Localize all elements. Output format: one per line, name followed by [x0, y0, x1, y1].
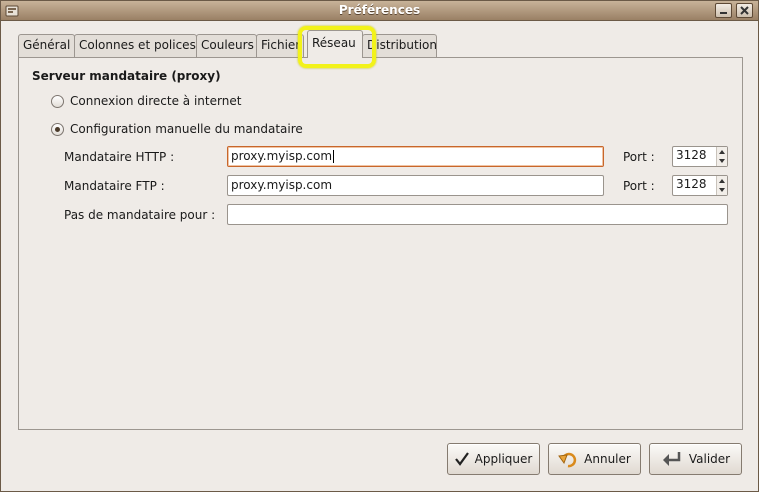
direct-connection-radio[interactable] — [51, 94, 64, 108]
window-title: Préférences — [338, 3, 421, 17]
enter-icon — [662, 452, 681, 466]
close-icon — [740, 6, 749, 15]
ftp-port-value: 3128 — [676, 177, 707, 191]
ftp-port-spinner[interactable]: 3128 — [672, 175, 728, 196]
direct-connection-option[interactable]: Connexion directe à internet — [51, 94, 241, 108]
ftp-port-label: Port : — [623, 179, 655, 193]
ftp-proxy-input[interactable]: proxy.myisp.com — [227, 175, 604, 196]
spin-up-icon[interactable] — [719, 179, 725, 183]
spin-up-icon[interactable] — [719, 150, 725, 154]
http-proxy-input[interactable]: proxy.myisp.com — [227, 146, 604, 167]
text-caret — [333, 150, 335, 163]
http-port-value: 3128 — [676, 148, 707, 162]
minimize-button[interactable] — [715, 3, 732, 18]
ftp-proxy-label: Mandataire FTP : — [64, 179, 165, 193]
ok-button[interactable]: Valider — [649, 443, 742, 475]
spin-down-icon[interactable] — [719, 188, 725, 192]
manual-proxy-radio[interactable] — [51, 122, 64, 136]
direct-connection-label: Connexion directe à internet — [70, 94, 242, 108]
no-proxy-input[interactable] — [227, 204, 728, 225]
check-icon — [454, 452, 469, 466]
close-window-button[interactable] — [736, 3, 753, 18]
apply-button[interactable]: Appliquer — [447, 443, 540, 475]
http-port-spinner[interactable]: 3128 — [672, 146, 728, 167]
http-port-label: Port : — [623, 150, 655, 164]
tab-general[interactable]: Général — [18, 34, 75, 57]
tab-network[interactable]: Réseau — [307, 30, 363, 58]
ftp-proxy-value: proxy.myisp.com — [231, 178, 333, 192]
tab-file[interactable]: Fichier — [256, 34, 304, 57]
spin-down-icon[interactable] — [719, 159, 725, 163]
cancel-label: Annuler — [584, 452, 631, 466]
network-panel: Serveur mandataire (proxy) Connexion dir… — [18, 57, 743, 430]
undo-icon — [558, 452, 577, 468]
cancel-button[interactable]: Annuler — [548, 443, 641, 475]
http-proxy-label: Mandataire HTTP : — [64, 150, 175, 164]
tab-colors[interactable]: Couleurs — [196, 34, 257, 57]
preferences-window: Préférences Général Colonnes et polices … — [0, 0, 759, 492]
http-port-arrows[interactable] — [716, 147, 727, 166]
manual-proxy-option[interactable]: Configuration manuelle du mandataire — [51, 122, 303, 136]
ftp-port-arrows[interactable] — [716, 176, 727, 195]
ok-label: Valider — [688, 452, 731, 466]
tab-columns-fonts[interactable]: Colonnes et polices — [74, 34, 197, 57]
minimize-icon — [720, 12, 727, 14]
manual-proxy-label: Configuration manuelle du mandataire — [70, 122, 303, 136]
no-proxy-label: Pas de mandataire pour : — [64, 208, 216, 222]
proxy-section-title: Serveur mandataire (proxy) — [32, 69, 221, 83]
title-bar[interactable]: Préférences — [1, 1, 758, 21]
http-proxy-value: proxy.myisp.com — [231, 149, 333, 163]
apply-label: Appliquer — [474, 452, 533, 466]
tab-distribution[interactable]: Distribution — [362, 34, 437, 57]
